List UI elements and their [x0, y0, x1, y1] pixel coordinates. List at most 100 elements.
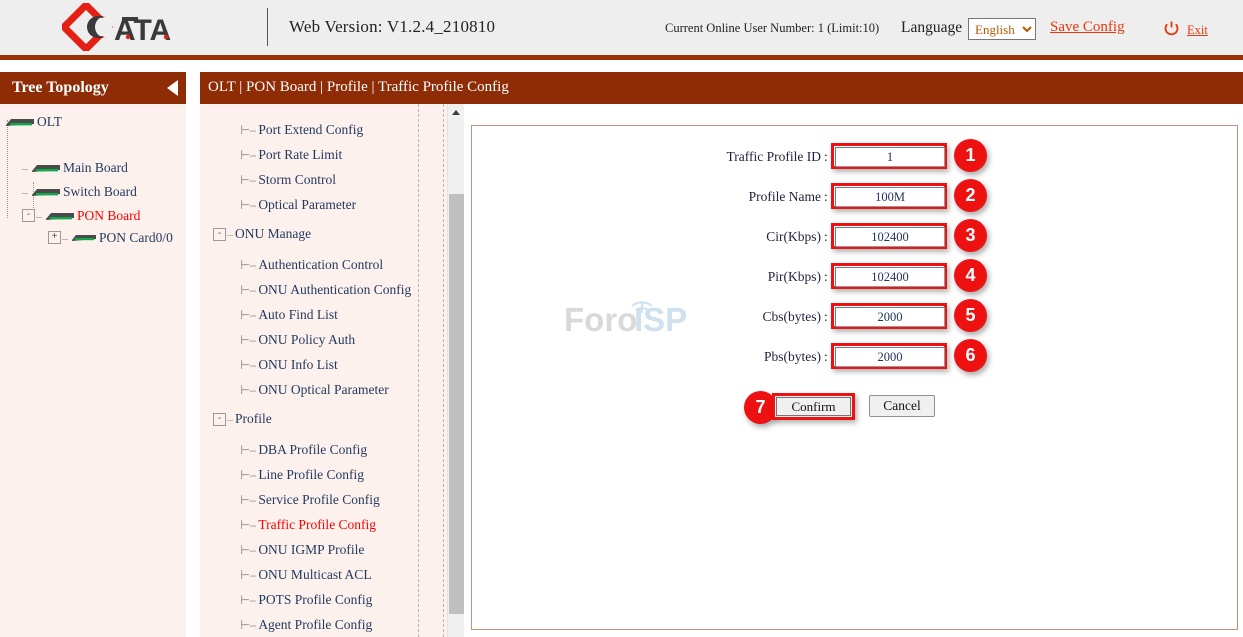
- tree-node-switch-board[interactable]: – Switch Board: [22, 182, 137, 200]
- menu-item-line-profile-config[interactable]: ⊢--Line Profile Config: [240, 467, 364, 483]
- menu-item-onu-manage[interactable]: -–ONU Manage: [213, 226, 311, 242]
- exit-link[interactable]: Exit: [1187, 23, 1208, 38]
- page-root: ATA Web Version: V1.2.4_210810 Current O…: [0, 0, 1243, 637]
- menu-item-label: Port Rate Limit: [258, 147, 342, 162]
- label-colon: :: [824, 189, 828, 205]
- input-cir-kbps[interactable]: [835, 227, 945, 247]
- menu-connector: ⊢--: [240, 148, 255, 162]
- input-traffic-profile-id[interactable]: [835, 147, 945, 167]
- menu-item-authentication-control[interactable]: ⊢--Authentication Control: [240, 257, 383, 273]
- menu-connector: ⊢--: [240, 543, 255, 557]
- menu-item-onu-multicast-acl[interactable]: ⊢--ONU Multicast ACL: [240, 567, 372, 583]
- menu-item-label: DBA Profile Config: [258, 442, 367, 457]
- menu-connector: –: [227, 227, 232, 241]
- web-version-label: Web Version: V1.2.4_210810: [289, 17, 495, 37]
- confirm-highlight: Confirm: [772, 393, 855, 420]
- cancel-button[interactable]: Cancel: [869, 395, 935, 417]
- menu-item-onu-authentication-config[interactable]: ⊢--ONU Authentication Config: [240, 282, 411, 298]
- menu-item-label: POTS Profile Config: [258, 592, 372, 607]
- tree-connector: –: [62, 229, 68, 247]
- save-config-link[interactable]: Save Config: [1050, 19, 1125, 36]
- menu-connector: ⊢--: [240, 618, 255, 632]
- language-select[interactable]: English: [968, 18, 1036, 40]
- menu-connector: ⊢--: [240, 258, 255, 272]
- menu-item-pots-profile-config[interactable]: ⊢--POTS Profile Config: [240, 592, 372, 608]
- step-badge-6: 6: [954, 339, 987, 372]
- menu-item-optical-parameter[interactable]: ⊢--Optical Parameter: [240, 197, 356, 213]
- tree-node-pon-board[interactable]: -–PON Board: [22, 206, 140, 224]
- menu-item-label: ONU Policy Auth: [258, 332, 355, 347]
- breadcrumb: OLT | PON Board | Profile | Traffic Prof…: [208, 79, 509, 96]
- input-cbs-bytes[interactable]: [835, 307, 945, 327]
- scrollbar-thumb[interactable]: [449, 194, 464, 614]
- tree-node-main-board[interactable]: –Main Board: [22, 158, 128, 176]
- label-colon: :: [824, 269, 828, 285]
- tree-node-label: Main Board: [63, 160, 128, 175]
- menu-item-profile[interactable]: -–Profile: [213, 411, 272, 427]
- form-row: Pir(Kbps):4: [472, 263, 1239, 293]
- menu-item-label: ONU Optical Parameter: [258, 382, 388, 397]
- menu-item-label: ONU Info List: [258, 357, 338, 372]
- menu-connector: ⊢--: [240, 358, 255, 372]
- menu-connector: ⊢--: [240, 123, 255, 137]
- menu-guide-line: [443, 104, 444, 637]
- menu-item-traffic-profile-config[interactable]: ⊢--Traffic Profile Config: [240, 517, 376, 533]
- tree-node-pon-card0-0[interactable]: +–PON Card0/0: [48, 228, 173, 246]
- menu-item-dba-profile-config[interactable]: ⊢--DBA Profile Config: [240, 442, 367, 458]
- label-pir-kbps: Pir(Kbps): [768, 269, 821, 285]
- highlight-pbs-bytes: [831, 343, 947, 369]
- tree-connector: [7, 120, 9, 218]
- form-row: Cbs(bytes):5: [472, 303, 1239, 333]
- menu-connector: ⊢--: [240, 568, 255, 582]
- menu-item-label: Line Profile Config: [258, 467, 364, 482]
- menu-item-port-rate-limit[interactable]: ⊢--Port Rate Limit: [240, 147, 342, 163]
- menu-item-onu-info-list[interactable]: ⊢--ONU Info List: [240, 357, 338, 373]
- label-colon: :: [824, 149, 828, 165]
- tree-node-olt[interactable]: OLT: [4, 112, 62, 130]
- app-header: ATA Web Version: V1.2.4_210810 Current O…: [0, 0, 1243, 60]
- menu-item-auto-find-list[interactable]: ⊢--Auto Find List: [240, 307, 338, 323]
- tree-connector: –: [36, 207, 42, 225]
- menu-item-label: Port Extend Config: [258, 122, 363, 137]
- menu-connector: ⊢--: [240, 283, 255, 297]
- input-profile-name[interactable]: [835, 187, 945, 207]
- form-row: Pbs(bytes):6: [472, 343, 1239, 373]
- label-colon: :: [824, 229, 828, 245]
- menu-item-label: Storm Control: [258, 172, 336, 187]
- content-panel: Foro ISP Traffic Profile ID:1Profile Nam…: [471, 125, 1238, 630]
- menu-item-onu-optical-parameter[interactable]: ⊢--ONU Optical Parameter: [240, 382, 389, 398]
- menu-item-label: ONU Authentication Config: [258, 282, 411, 297]
- breadcrumb-bar: OLT | PON Board | Profile | Traffic Prof…: [200, 72, 1243, 104]
- menu-guide-line: [418, 104, 419, 637]
- tree-toggle-icon[interactable]: -: [22, 209, 35, 222]
- input-pbs-bytes[interactable]: [835, 347, 945, 367]
- menu-item-onu-igmp-profile[interactable]: ⊢--ONU IGMP Profile: [240, 542, 364, 558]
- step-badge-3: 3: [954, 219, 987, 252]
- scroll-up-arrow-icon[interactable]: [448, 104, 464, 121]
- menu-item-port-extend-config[interactable]: ⊢--Port Extend Config: [240, 122, 363, 138]
- tree-toggle-icon[interactable]: +: [48, 231, 61, 244]
- navigation-menu-panel: ⊢--Port Extend Config⊢--Port Rate Limit⊢…: [200, 104, 458, 637]
- menu-item-label: Optical Parameter: [258, 197, 356, 212]
- chevron-left-icon[interactable]: [167, 80, 178, 96]
- confirm-button[interactable]: Confirm: [776, 397, 851, 416]
- menu-scrollbar[interactable]: [447, 104, 464, 637]
- menu-item-onu-policy-auth[interactable]: ⊢--ONU Policy Auth: [240, 332, 355, 348]
- input-pir-kbps[interactable]: [835, 267, 945, 287]
- menu-toggle-icon[interactable]: -: [213, 413, 226, 426]
- menu-item-agent-profile-config[interactable]: ⊢--Agent Profile Config: [240, 617, 372, 633]
- label-colon: :: [824, 309, 828, 325]
- tree-topology-title: Tree Topology: [12, 79, 109, 97]
- menu-item-label: Agent Profile Config: [258, 617, 372, 632]
- menu-item-label: ONU Multicast ACL: [258, 567, 371, 582]
- menu-item-service-profile-config[interactable]: ⊢--Service Profile Config: [240, 492, 380, 508]
- form-actions: 7 Confirm Cancel: [472, 391, 1239, 431]
- tree-node-label: Switch Board: [63, 184, 137, 199]
- step-badge-4: 4: [954, 259, 987, 292]
- tree-connector: –: [22, 183, 28, 201]
- label-pbs-bytes: Pbs(bytes): [764, 349, 821, 365]
- menu-connector: ⊢--: [240, 383, 255, 397]
- menu-item-storm-control[interactable]: ⊢--Storm Control: [240, 172, 336, 188]
- menu-toggle-icon[interactable]: -: [213, 228, 226, 241]
- menu-item-label: Service Profile Config: [258, 492, 379, 507]
